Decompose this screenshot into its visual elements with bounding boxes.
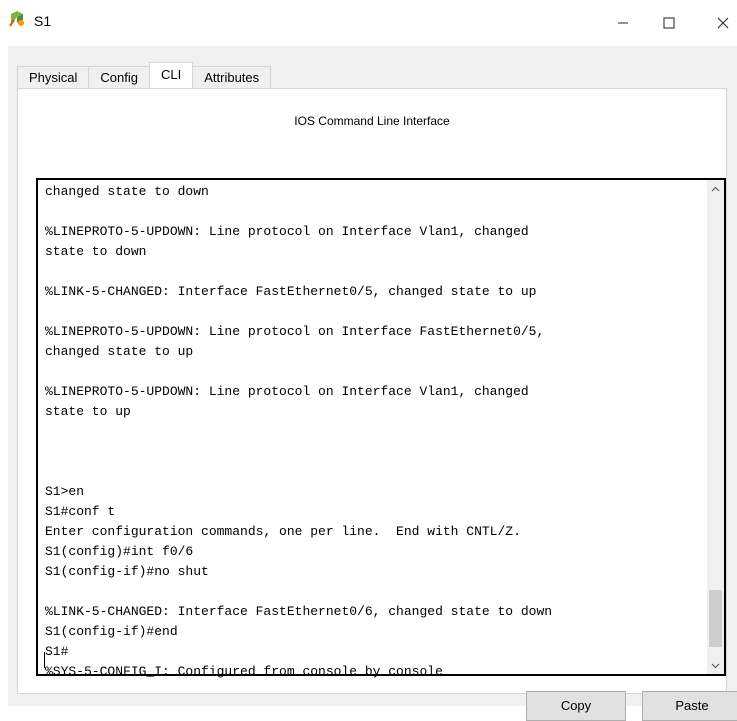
tab-config[interactable]: Config	[88, 66, 150, 88]
console-scrollbar[interactable]	[707, 180, 724, 674]
close-button[interactable]	[700, 0, 737, 46]
text-cursor	[44, 652, 45, 668]
window-title: S1	[34, 13, 52, 29]
chevron-up-icon	[711, 186, 720, 191]
chevron-down-icon	[711, 663, 720, 668]
tab-physical[interactable]: Physical	[17, 66, 90, 88]
tab-attributes[interactable]: Attributes	[192, 66, 272, 88]
cli-heading: IOS Command Line Interface	[294, 114, 450, 128]
scroll-thumb[interactable]	[709, 590, 722, 647]
scroll-up-button[interactable]	[707, 180, 724, 197]
tab-bar: Physical Config CLI Attributes	[17, 62, 272, 88]
paste-button[interactable]: Paste	[642, 691, 737, 721]
title-bar: S1	[0, 0, 737, 46]
maximize-icon	[663, 17, 675, 29]
console-output[interactable]: changed state to down %LINEPROTO-5-UPDOW…	[45, 182, 705, 682]
close-icon	[717, 17, 729, 29]
copy-button[interactable]: Copy	[526, 691, 626, 721]
cli-console[interactable]: changed state to down %LINEPROTO-5-UPDOW…	[36, 178, 726, 679]
window-client-area: Physical Config CLI Attributes IOS Comma…	[8, 46, 737, 721]
scroll-down-button[interactable]	[707, 657, 724, 674]
maximize-button[interactable]	[646, 0, 692, 46]
minimize-icon	[618, 22, 628, 24]
tab-cli[interactable]: CLI	[149, 62, 194, 88]
minimize-button[interactable]	[600, 0, 646, 46]
switch-app-icon	[9, 11, 24, 27]
cli-panel: IOS Command Line Interface changed state…	[17, 88, 737, 721]
